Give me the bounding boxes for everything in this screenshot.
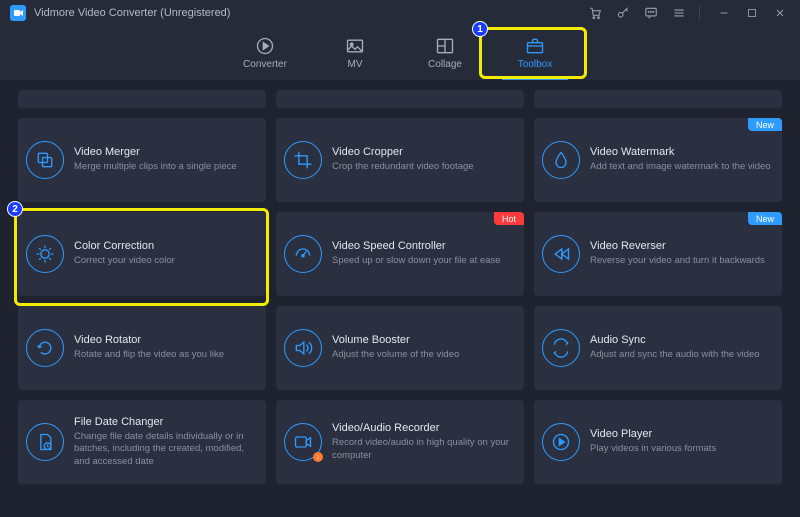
stub-row <box>18 90 782 108</box>
card-stub[interactable] <box>534 90 782 108</box>
maximize-button[interactable] <box>742 3 762 23</box>
card-video-reverser[interactable]: New Video Reverser Reverse your video an… <box>534 212 782 296</box>
card-desc: Rotate and flip the video as you like <box>74 349 224 361</box>
card-desc: Correct your video color <box>74 255 175 267</box>
card-desc: Record video/audio in high quality on yo… <box>332 437 514 462</box>
card-title: Video Merger <box>74 146 237 158</box>
player-icon <box>542 423 580 461</box>
card-desc: Crop the redundant video footage <box>332 161 474 173</box>
card-video-rotator[interactable]: Video Rotator Rotate and flip the video … <box>18 306 266 390</box>
reverser-icon <box>542 235 580 273</box>
card-color-correction[interactable]: Color Correction Correct your video colo… <box>18 212 266 296</box>
key-icon[interactable] <box>613 3 633 23</box>
cart-icon[interactable] <box>585 3 605 23</box>
minimize-button[interactable] <box>714 3 734 23</box>
card-desc: Add text and image watermark to the vide… <box>590 161 771 173</box>
card-title: File Date Changer <box>74 416 256 428</box>
card-video-player[interactable]: Video Player Play videos in various form… <box>534 400 782 484</box>
card-video-watermark[interactable]: New Video Watermark Add text and image w… <box>534 118 782 202</box>
toolbox-grid-container: Video Merger Merge multiple clips into a… <box>0 80 800 517</box>
rotator-icon <box>26 329 64 367</box>
annotation-badge-2: 2 <box>7 201 23 217</box>
card-title: Video Player <box>590 428 716 440</box>
card-video-cropper[interactable]: Video Cropper Crop the redundant video f… <box>276 118 524 202</box>
card-desc: Play videos in various formats <box>590 443 716 455</box>
card-title: Video Speed Controller <box>332 240 500 252</box>
cropper-icon <box>284 141 322 179</box>
card-desc: Merge multiple clips into a single piece <box>74 161 237 173</box>
card-desc: Reverse your video and turn it backwards <box>590 255 765 267</box>
volume-icon <box>284 329 322 367</box>
card-stub[interactable] <box>18 90 266 108</box>
watermark-icon <box>542 141 580 179</box>
recorder-icon: ↓ <box>284 423 322 461</box>
close-button[interactable] <box>770 3 790 23</box>
card-title: Color Correction <box>74 240 175 252</box>
card-title: Audio Sync <box>590 334 760 346</box>
card-desc: Speed up or slow down your file at ease <box>332 255 500 267</box>
filedate-icon <box>26 423 64 461</box>
card-file-date-changer[interactable]: File Date Changer Change file date detai… <box>18 400 266 484</box>
card-stub[interactable] <box>276 90 524 108</box>
card-title: Video/Audio Recorder <box>332 422 514 434</box>
tab-label: Toolbox <box>518 59 552 70</box>
tab-label: Collage <box>428 59 462 70</box>
card-audio-sync[interactable]: Audio Sync Adjust and sync the audio wit… <box>534 306 782 390</box>
card-volume-booster[interactable]: Volume Booster Adjust the volume of the … <box>276 306 524 390</box>
speed-icon <box>284 235 322 273</box>
tab-toolbox[interactable]: Toolbox <box>490 26 580 80</box>
annotation-badge-1: 1 <box>472 21 488 37</box>
main-tabs: Converter MV Collage Toolbox 1 <box>0 26 800 80</box>
hot-badge: Hot <box>494 212 524 225</box>
card-desc: Change file date details individually or… <box>74 431 256 468</box>
new-badge: New <box>748 118 782 131</box>
app-logo <box>10 5 26 21</box>
tab-label: Converter <box>243 59 287 70</box>
card-title: Video Cropper <box>332 146 474 158</box>
app-title: Vidmore Video Converter (Unregistered) <box>34 7 230 19</box>
card-title: Video Watermark <box>590 146 771 158</box>
card-video-merger[interactable]: Video Merger Merge multiple clips into a… <box>18 118 266 202</box>
titlebar: Vidmore Video Converter (Unregistered) <box>0 0 800 26</box>
merger-icon <box>26 141 64 179</box>
menu-icon[interactable] <box>669 3 689 23</box>
new-badge: New <box>748 212 782 225</box>
card-title: Video Reverser <box>590 240 765 252</box>
feedback-icon[interactable] <box>641 3 661 23</box>
card-video-audio-recorder[interactable]: ↓ Video/Audio Recorder Record video/audi… <box>276 400 524 484</box>
card-desc: Adjust the volume of the video <box>332 349 459 361</box>
toolbox-grid: Video Merger Merge multiple clips into a… <box>18 118 782 484</box>
audiosync-icon <box>542 329 580 367</box>
card-title: Video Rotator <box>74 334 224 346</box>
tab-mv[interactable]: MV <box>310 26 400 80</box>
tab-label: MV <box>348 59 363 70</box>
card-title: Volume Booster <box>332 334 459 346</box>
card-desc: Adjust and sync the audio with the video <box>590 349 760 361</box>
tab-converter[interactable]: Converter <box>220 26 310 80</box>
card-video-speed[interactable]: Hot Video Speed Controller Speed up or s… <box>276 212 524 296</box>
color-icon <box>26 235 64 273</box>
